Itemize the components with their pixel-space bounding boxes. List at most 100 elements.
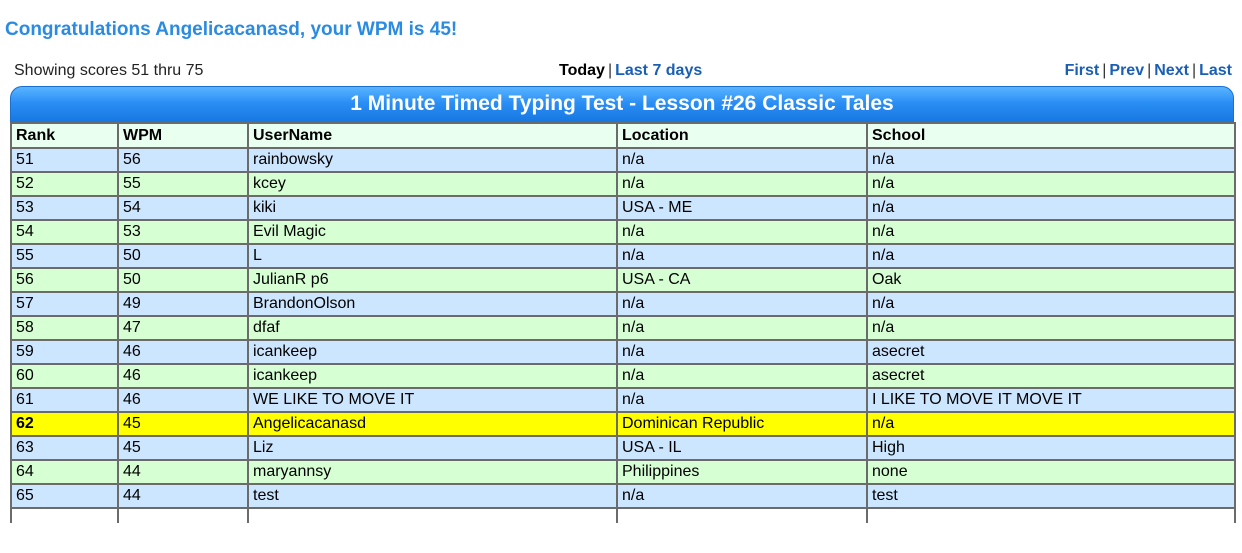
empty-cell (866, 507, 1236, 523)
score-navigation: Showing scores 51 thru 75 Today | Last 7 d… (14, 62, 1232, 82)
period-last-7-days-link[interactable]: Last 7 days (615, 62, 702, 79)
rank-cell: 58 (10, 315, 119, 341)
rank-cell: 65 (10, 483, 119, 509)
username-cell: test (247, 483, 618, 509)
school-cell: n/a (866, 291, 1236, 317)
rank-cell: 61 (10, 387, 119, 413)
separator: | (1191, 62, 1197, 79)
table-row: 59 46 icankeep n/a asecret (10, 339, 1236, 365)
leaderboard-page: Congratulations Angelicacanasd, your WPM… (0, 0, 1242, 553)
table-header-row: Rank WPM UserName Location School (10, 122, 1236, 149)
wpm-cell: 55 (117, 171, 249, 197)
header-wpm: WPM (117, 122, 249, 149)
table-row: 65 44 test n/a test (10, 483, 1236, 509)
location-cell: USA - ME (616, 195, 868, 221)
header-location: Location (616, 122, 868, 149)
empty-cell (10, 507, 119, 523)
location-cell: Philippines (616, 459, 868, 485)
username-cell: JulianR p6 (247, 267, 618, 293)
table-row: 51 56 rainbowsky n/a n/a (10, 147, 1236, 173)
location-cell: n/a (616, 339, 868, 365)
separator: | (1147, 62, 1152, 79)
school-cell: High (866, 435, 1236, 461)
scores-table: Rank WPM UserName Location School 51 56 ra… (10, 122, 1236, 523)
rank-cell: 62 (10, 411, 119, 437)
rank-cell: 53 (10, 195, 119, 221)
username-cell: BrandonOlson (247, 291, 618, 317)
school-cell: Oak (866, 267, 1236, 293)
showing-range-text: Showing scores 51 thru 75 (14, 62, 204, 79)
school-cell: asecret (866, 363, 1236, 389)
school-cell: asecret (866, 339, 1236, 365)
pager: First | Prev | Next | Last (1065, 62, 1232, 80)
location-cell: n/a (616, 483, 868, 509)
school-cell: none (866, 459, 1236, 485)
school-cell: n/a (866, 147, 1236, 173)
rank-cell: 60 (10, 363, 119, 389)
wpm-cell: 56 (117, 147, 249, 173)
school-cell: n/a (866, 243, 1236, 269)
table-row: 52 55 kcey n/a n/a (10, 171, 1236, 197)
rank-cell: 59 (10, 339, 119, 365)
location-cell: n/a (616, 147, 868, 173)
table-title: 1 Minute Timed Typing Test - Lesson #26 … (10, 86, 1234, 122)
school-cell: n/a (866, 315, 1236, 341)
school-cell: n/a (866, 411, 1236, 437)
rank-cell: 52 (10, 171, 119, 197)
school-cell: I LIKE TO MOVE IT MOVE IT (866, 387, 1236, 413)
table-row: 63 45 Liz USA - IL High (10, 435, 1236, 461)
location-cell: n/a (616, 387, 868, 413)
wpm-cell: 44 (117, 459, 249, 485)
wpm-cell: 47 (117, 315, 249, 341)
separator: | (1102, 62, 1107, 79)
last-page-link[interactable]: Last (1199, 62, 1232, 79)
wpm-cell: 44 (117, 483, 249, 509)
rank-cell: 64 (10, 459, 119, 485)
header-school: School (866, 122, 1236, 149)
rank-cell: 51 (10, 147, 119, 173)
table-row: 61 46 WE LIKE TO MOVE IT n/a I LIKE TO MOVE … (10, 387, 1236, 413)
location-cell: n/a (616, 315, 868, 341)
rank-cell: 56 (10, 267, 119, 293)
table-row: 60 46 icankeep n/a asecret (10, 363, 1236, 389)
prev-page-link[interactable]: Prev (1109, 62, 1144, 79)
location-cell: n/a (616, 219, 868, 245)
table-row: 58 47 dfaf n/a n/a (10, 315, 1236, 341)
wpm-cell: 49 (117, 291, 249, 317)
username-cell: Angelicacanasd (247, 411, 618, 437)
location-cell: USA - CA (616, 267, 868, 293)
empty-cell (616, 507, 868, 523)
table-row-partial (10, 507, 1236, 523)
table-row: 53 54 kiki USA - ME n/a (10, 195, 1236, 221)
empty-cell (117, 507, 249, 523)
wpm-cell: 45 (117, 435, 249, 461)
location-cell: n/a (616, 171, 868, 197)
first-page-link[interactable]: First (1065, 62, 1100, 79)
location-cell: Dominican Republic (616, 411, 868, 437)
table-row: 64 44 maryannsy Philippines none (10, 459, 1236, 485)
username-cell: kiki (247, 195, 618, 221)
username-cell: kcey (247, 171, 618, 197)
wpm-cell: 50 (117, 243, 249, 269)
school-cell: test (866, 483, 1236, 509)
username-cell: Evil Magic (247, 219, 618, 245)
next-page-link[interactable]: Next (1154, 62, 1189, 79)
username-cell: icankeep (247, 363, 618, 389)
table-row: 57 49 BrandonOlson n/a n/a (10, 291, 1236, 317)
wpm-cell: 46 (117, 363, 249, 389)
table-row: 55 50 Ln/a n/a (10, 243, 1236, 269)
username-cell: WE LIKE TO MOVE IT (247, 387, 618, 413)
period-filter: Today | Last 7 days (559, 62, 702, 80)
table-row-current-user: 62 45 Angelicacanasd Dominican Republic n/a (10, 411, 1236, 437)
school-cell: n/a (866, 171, 1236, 197)
table-row: 54 53 Evil Magic n/a n/a (10, 219, 1236, 245)
congrats-message: Congratulations Angelicacanasd, your WPM… (5, 19, 458, 40)
wpm-cell: 45 (117, 411, 249, 437)
wpm-cell: 54 (117, 195, 249, 221)
school-cell: n/a (866, 219, 1236, 245)
location-cell: n/a (616, 291, 868, 317)
header-rank: Rank (10, 122, 119, 149)
username-cell: maryannsy (247, 459, 618, 485)
location-cell: USA - IL (616, 435, 868, 461)
rank-cell: 63 (10, 435, 119, 461)
